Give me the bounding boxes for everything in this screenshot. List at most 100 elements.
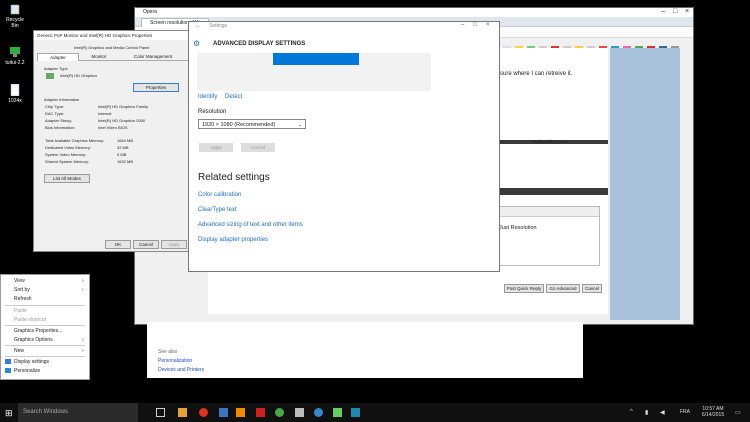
taskbar: ⊞ Search Windows ^ ▮ ◀ FRA 10:57 AM 6/14… xyxy=(0,403,750,422)
tab-adapter[interactable]: Adapter xyxy=(37,53,79,61)
file-explorer-icon[interactable] xyxy=(178,408,187,417)
desktop-icon-1024[interactable]: 1024x xyxy=(2,83,28,104)
close-icon[interactable]: × xyxy=(685,8,689,15)
menu-item-paste-shortcut[interactable]: Paste shortcut xyxy=(14,317,46,323)
monitor-1[interactable] xyxy=(273,53,359,65)
page-title: ADVANCED DISPLAY SETTINGS xyxy=(213,41,306,47)
info-row: Adapter String: Intel(R) HD Graphics 2000 xyxy=(45,118,146,123)
menu-separator xyxy=(5,305,85,306)
windows-start-icon[interactable]: ⊞ xyxy=(5,408,13,419)
resolution-select[interactable]: 1920 × 1080 (Recommended) ⌄ xyxy=(198,119,306,129)
opera-icon[interactable] xyxy=(199,408,208,417)
cleartype-text-link[interactable]: ClearType text xyxy=(198,207,237,213)
document-icon xyxy=(9,83,21,97)
dialog-title: Generic PnP Monitor and Intel(R) HD Grap… xyxy=(34,31,194,40)
network-icon[interactable]: ▮ xyxy=(645,409,648,416)
info-row: DAC Type: Internal xyxy=(45,111,112,116)
language-indicator[interactable]: FRA xyxy=(680,409,690,415)
app-icon[interactable] xyxy=(256,408,265,417)
menu-separator xyxy=(5,356,85,357)
cancel-button[interactable]: Cancel xyxy=(241,143,275,152)
menu-item-sort-by[interactable]: Sort by › xyxy=(14,287,84,293)
display-adapter-properties-link[interactable]: Display adapter properties xyxy=(198,237,268,243)
volume-icon[interactable]: ◀ xyxy=(660,409,665,416)
close-icon[interactable]: × xyxy=(486,22,490,28)
detect-link[interactable]: Detect xyxy=(225,94,242,100)
see-also-label: See also xyxy=(158,349,178,355)
computer-icon xyxy=(9,46,21,58)
devices-printers-link[interactable]: Devices and Printers xyxy=(158,367,204,373)
adapter-info-label: Adapter Information xyxy=(44,97,80,102)
resolution-label: Resolution xyxy=(198,109,227,115)
recycle-bin-icon xyxy=(9,3,21,15)
minimize-icon[interactable]: – xyxy=(661,8,665,15)
vlc-icon[interactable] xyxy=(236,408,245,417)
app-icon[interactable] xyxy=(333,408,342,417)
related-settings-heading: Related settings xyxy=(198,172,270,183)
advanced-sizing-link[interactable]: Advanced sizing of text and other items xyxy=(198,222,303,228)
info-row: Bios Information: Intel Video BIOS xyxy=(45,125,128,130)
adapter-name: Intel(R) HD Graphics xyxy=(60,73,98,78)
notifications-icon[interactable]: ▭ xyxy=(735,409,741,416)
memory-row: System Video Memory: 0 MB xyxy=(45,152,127,157)
task-view-icon[interactable] xyxy=(156,408,165,417)
tab-color-management[interactable]: Color Management xyxy=(123,53,183,60)
maximize-icon[interactable]: □ xyxy=(473,22,477,28)
gear-icon: ⚙ xyxy=(193,39,201,48)
desktop-icon-tuitui[interactable]: tuitui-2.2 xyxy=(2,46,28,66)
menu-item-personalize[interactable]: Personalize xyxy=(14,368,40,374)
cancel-button[interactable]: Cancel xyxy=(582,284,602,293)
menu-item-display-settings[interactable]: Display settings xyxy=(14,359,49,365)
app-icon[interactable] xyxy=(275,408,284,417)
menu-item-graphics-properties[interactable]: Graphics Properties... xyxy=(14,328,62,334)
color-calibration-link[interactable]: Color calibration xyxy=(198,192,241,198)
menu-item-new[interactable]: New › xyxy=(14,348,84,354)
apply-button[interactable]: Apply xyxy=(161,240,187,249)
cancel-button[interactable]: Cancel xyxy=(133,240,159,249)
desktop-icon-recycle-bin[interactable]: Recycle Bin xyxy=(2,3,28,29)
adapter-properties-dialog: Generic PnP Monitor and Intel(R) HD Grap… xyxy=(33,30,195,252)
tab-intel-cp[interactable]: Intel(R) Graphics and Media Control Pane… xyxy=(74,45,149,50)
browser-titlebar: Opera xyxy=(135,8,693,17)
search-box[interactable]: Search Windows xyxy=(18,403,138,422)
maximize-icon[interactable]: □ xyxy=(673,8,677,15)
menu-item-refresh[interactable]: Refresh xyxy=(14,296,32,302)
personalize-icon xyxy=(5,368,11,373)
menu-item-paste[interactable]: Paste xyxy=(14,308,27,314)
adapter-type-label: Adapter Type xyxy=(44,66,68,71)
info-row: Chip Type: Intel(R) HD Graphics Family xyxy=(45,104,149,109)
adapter-icon xyxy=(46,73,54,79)
display-settings-icon[interactable] xyxy=(351,408,360,417)
clock[interactable]: 10:57 AM 6/14/2015 xyxy=(697,406,729,418)
settings-window: ← Settings – □ × ⚙ ADVANCED DISPLAY SETT… xyxy=(188,21,500,272)
go-advanced-button[interactable]: Go Advanced xyxy=(546,284,580,293)
ok-button[interactable]: OK xyxy=(105,240,131,249)
menu-item-view[interactable]: View › xyxy=(14,278,84,284)
list-all-modes-button[interactable]: List All Modes xyxy=(44,174,90,183)
display-icon xyxy=(5,359,11,364)
memory-row: Dedicated Video Memory: 32 MB xyxy=(45,145,129,150)
identify-link[interactable]: Identify xyxy=(198,94,217,100)
menu-separator xyxy=(5,325,85,326)
post-text: sure where I can retreive it. xyxy=(500,71,573,77)
app-icon[interactable] xyxy=(219,408,228,417)
minimize-icon[interactable]: – xyxy=(461,22,464,28)
menu-item-graphics-options[interactable]: Graphics Options › xyxy=(14,337,84,343)
control-panel-window: See also Personalization Devices and Pri… xyxy=(147,322,583,378)
apply-button[interactable]: Apply xyxy=(199,143,233,152)
app-icon[interactable] xyxy=(295,408,304,417)
back-arrow-icon[interactable]: ← xyxy=(195,23,201,29)
post-quick-reply-button[interactable]: Post Quick Reply xyxy=(504,284,544,293)
tab-monitor[interactable]: Monitor xyxy=(79,53,119,60)
tray-chevron-icon[interactable]: ^ xyxy=(630,409,633,415)
properties-button[interactable]: Properties xyxy=(133,83,179,92)
personalization-link[interactable]: Personalization xyxy=(158,358,192,364)
menu-separator xyxy=(5,345,85,346)
reply-with-quote-link[interactable]: Reply With Quote xyxy=(532,139,567,144)
settings-window-title: Settings xyxy=(209,23,228,29)
desktop-context-menu: View › Sort by › Refresh Paste Paste short… xyxy=(0,274,90,380)
app-icon[interactable] xyxy=(314,408,323,417)
memory-row: Shared System Memory: 1632 MB xyxy=(45,159,134,164)
chevron-down-icon: ⌄ xyxy=(297,122,302,128)
memory-row: Total Available Graphics Memory: 1664 MB xyxy=(45,138,134,143)
